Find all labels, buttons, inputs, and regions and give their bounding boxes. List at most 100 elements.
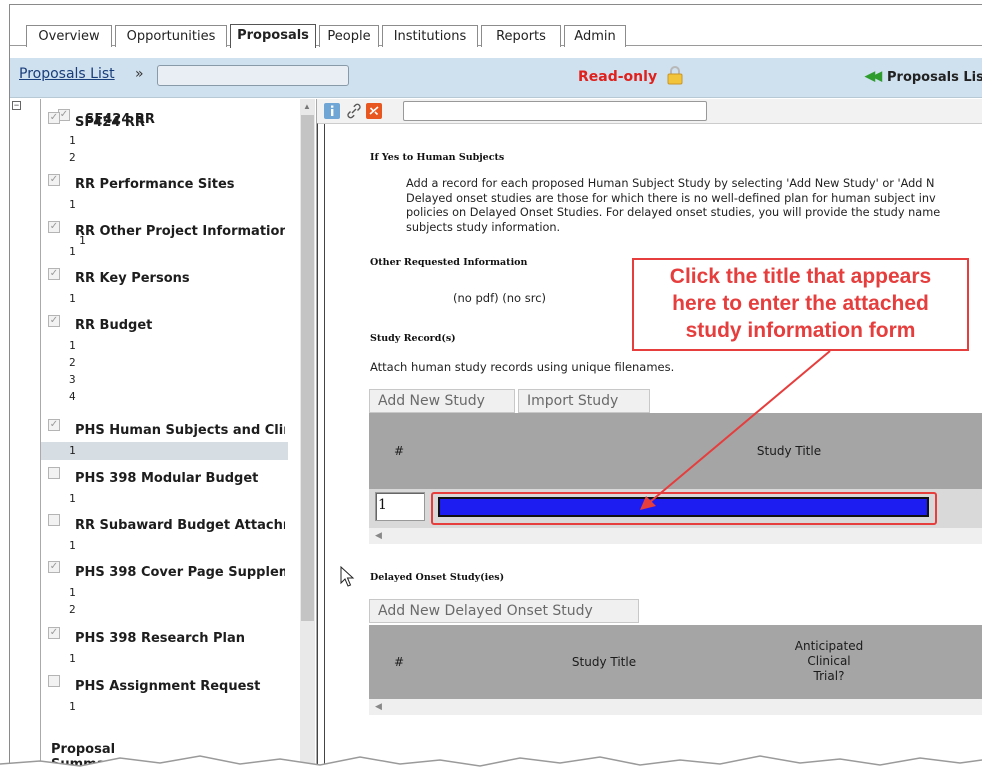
form-checkbox-budget[interactable]: ✓	[48, 315, 60, 327]
page-link-selected[interactable]: 1	[69, 444, 76, 457]
breadcrumb-proposals-list-link[interactable]: Proposals List	[19, 66, 115, 82]
header-line: Trial?	[813, 669, 845, 683]
add-new-study-button[interactable]: Add New Study	[369, 389, 515, 413]
column-header-anticipated-clinical-trial[interactable]: Anticipated Clinical Trial?	[769, 639, 889, 684]
page-link[interactable]: 1	[69, 339, 76, 352]
instruction-line: Add a record for each proposed Human Sub…	[406, 177, 935, 190]
mouse-cursor-icon	[340, 566, 355, 587]
if-yes-human-subjects-heading: If Yes to Human Subjects	[370, 152, 505, 163]
no-pdf-no-src-text: (no pdf) (no src)	[453, 291, 546, 305]
header-line: Clinical	[807, 654, 851, 668]
form-title-subaward[interactable]: RR Subaward Budget Attachme	[75, 518, 285, 533]
page-link[interactable]: 1	[69, 652, 76, 665]
callout-line: Click the title that appears	[669, 265, 932, 288]
form-checkbox-human-subjects[interactable]: ✓	[48, 419, 60, 431]
form-title-cover-page[interactable]: PHS 398 Cover Page Suppleme	[75, 565, 285, 580]
form-checkbox-performance-sites[interactable]: ✓	[48, 174, 60, 186]
page-link[interactable]: 2	[69, 356, 76, 369]
form-checkbox-subaward[interactable]	[48, 514, 60, 526]
callout-line: study information form	[685, 319, 916, 342]
form-checkbox-other-project[interactable]: ✓	[48, 221, 60, 233]
header-line: Anticipated	[794, 639, 864, 653]
form-checkbox-research-plan[interactable]: ✓	[48, 627, 60, 639]
form-title-field[interactable]	[403, 101, 707, 121]
human-subjects-instructions: Add a record for each proposed Human Sub…	[406, 177, 982, 235]
breadcrumb-separator: »	[135, 66, 144, 82]
instruction-callout: Click the title that appears here to ent…	[632, 258, 969, 351]
tree-scrollbar-thumb[interactable]	[301, 115, 314, 621]
delayed-grid-scrollbar[interactable]: ◀	[369, 699, 982, 715]
page-link[interactable]: 4	[69, 390, 76, 403]
page-link[interactable]: 2	[69, 151, 76, 164]
lock-icon	[667, 66, 683, 85]
collapse-icon[interactable]: −	[12, 101, 21, 110]
form-title-performance-sites[interactable]: RR Performance Sites	[75, 177, 285, 192]
main-tab-bar: Overview Opportunities Proposals People …	[10, 5, 982, 48]
form-title-human-subjects[interactable]: PHS Human Subjects and Clinic	[75, 423, 285, 438]
tab-overview[interactable]: Overview	[26, 25, 112, 47]
add-new-delayed-onset-study-button[interactable]: Add New Delayed Onset Study	[369, 599, 639, 623]
study-records-heading: Study Record(s)	[370, 333, 456, 344]
instruction-line: Delayed onset studies are those for whic…	[406, 191, 936, 205]
page-link[interactable]: 1	[69, 539, 76, 552]
form-checkbox-key-persons[interactable]: ✓	[48, 268, 60, 280]
form-title-budget[interactable]: RR Budget	[75, 318, 285, 333]
link-icon[interactable]	[345, 102, 363, 120]
form-title-sf424[interactable]: SF424 RR	[75, 115, 285, 130]
scroll-left-icon[interactable]: ◀	[375, 701, 382, 712]
form-checkbox-modular-budget[interactable]	[48, 467, 60, 479]
form-title-other-project[interactable]: RR Other Project Information	[75, 224, 285, 239]
back-arrow-icon[interactable]: ◀◀	[865, 68, 882, 84]
info-icon[interactable]	[323, 102, 341, 120]
column-header-study-title[interactable]: Study Title	[544, 655, 664, 669]
proposals-list-nav-link[interactable]: Proposals List	[887, 70, 982, 85]
tab-admin[interactable]: Admin	[564, 25, 626, 47]
import-study-button[interactable]: Import Study	[518, 389, 650, 413]
scroll-up-icon[interactable]: ▲	[303, 102, 311, 111]
form-checkbox-sf424[interactable]: ✓	[48, 112, 60, 124]
page-link[interactable]: 1	[69, 245, 76, 258]
column-header-number: #	[393, 655, 405, 669]
torn-edge-decoration	[0, 755, 982, 776]
highlight-annotation-box	[431, 492, 937, 525]
page-link[interactable]: 2	[69, 603, 76, 616]
column-header-number: #	[393, 444, 405, 458]
page-link[interactable]: 1	[69, 198, 76, 211]
tab-institutions[interactable]: Institutions	[382, 25, 478, 47]
callout-line: here to enter the attached	[672, 292, 929, 315]
instruction-line: subjects study information.	[406, 220, 561, 234]
unlink-icon[interactable]	[365, 102, 383, 120]
form-checkbox-assignment-request[interactable]	[48, 675, 60, 687]
page-link[interactable]: 1	[69, 292, 76, 305]
page-link[interactable]: 1	[69, 700, 76, 713]
breadcrumb-current-field	[157, 65, 349, 86]
page-link[interactable]: 1	[69, 586, 76, 599]
delayed-onset-heading: Delayed Onset Study(ies)	[370, 572, 505, 583]
other-requested-info-heading: Other Requested Information	[370, 257, 528, 268]
study-grid-scrollbar[interactable]: ◀	[369, 528, 982, 544]
form-title-assignment-request[interactable]: PHS Assignment Request	[75, 679, 285, 694]
page-link[interactable]: 1	[69, 134, 76, 147]
viewer-toolbar	[317, 99, 982, 123]
read-only-status: Read-only	[578, 69, 658, 85]
tab-reports[interactable]: Reports	[481, 25, 561, 47]
tree-scrollbar[interactable]: ▲	[300, 99, 315, 776]
tab-proposals[interactable]: Proposals	[230, 24, 316, 48]
form-title-modular-budget[interactable]: PHS 398 Modular Budget	[75, 471, 285, 486]
instruction-line: policies on Delayed Onset Studies. For d…	[406, 206, 941, 220]
delayed-onset-grid-header: # Study Title Anticipated Clinical Trial…	[369, 625, 982, 699]
column-header-study-title[interactable]: Study Title	[699, 444, 879, 458]
page-link[interactable]: 1	[69, 492, 76, 505]
form-checkbox-cover-page[interactable]: ✓	[48, 561, 60, 573]
scroll-left-icon[interactable]: ◀	[375, 530, 382, 541]
tab-opportunities[interactable]: Opportunities	[115, 25, 227, 47]
study-number-input[interactable]: 1	[375, 492, 425, 521]
selected-page-highlight	[41, 442, 288, 459]
study-records-grid-header: # Study Title	[369, 413, 982, 489]
breadcrumb: Proposals List » Read-only ◀◀ Proposals …	[10, 58, 982, 98]
app-window: Overview Opportunities Proposals People …	[0, 0, 982, 776]
tab-people[interactable]: People	[319, 25, 379, 47]
form-title-key-persons[interactable]: RR Key Persons	[75, 271, 285, 286]
page-link[interactable]: 3	[69, 373, 76, 386]
form-title-research-plan[interactable]: PHS 398 Research Plan	[75, 631, 285, 646]
